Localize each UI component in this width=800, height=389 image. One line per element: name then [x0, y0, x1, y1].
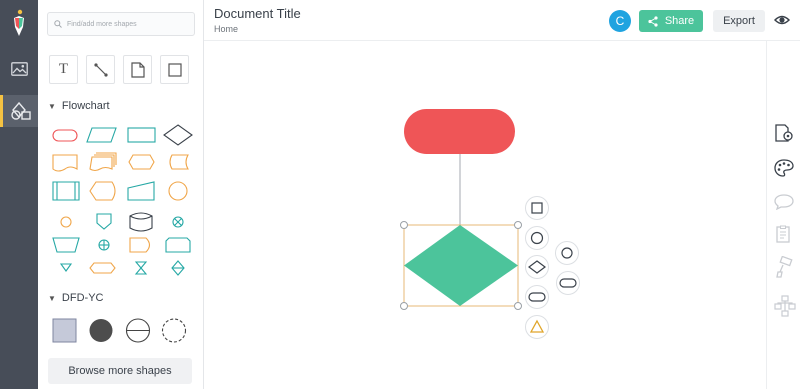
square-icon	[167, 62, 182, 77]
rectangle-tool-button[interactable]	[160, 55, 189, 84]
small-circle-shape[interactable]	[60, 216, 72, 228]
predefined-process-shape[interactable]	[52, 181, 80, 201]
note-tool-button[interactable]	[123, 55, 152, 84]
avatar[interactable]: C	[609, 10, 631, 32]
image-tool-button[interactable]	[0, 53, 38, 85]
document-shape[interactable]	[52, 154, 78, 172]
basic-tools: T	[49, 55, 189, 84]
quick-add-pill[interactable]	[556, 271, 580, 295]
search-placeholder: Find/add more shapes	[67, 20, 137, 28]
hexagon-shape[interactable]	[89, 262, 116, 274]
dfd-shapes-row	[52, 318, 187, 343]
dfd-entity-shape[interactable]	[52, 318, 77, 343]
chevron-down-icon: ▼	[48, 101, 56, 111]
share-icon	[648, 15, 658, 27]
display-shape[interactable]	[89, 181, 116, 201]
share-button[interactable]: Share	[639, 10, 703, 32]
connector-circle-shape[interactable]	[168, 181, 188, 201]
diagram-canvas[interactable]	[204, 41, 766, 389]
off-page-connector-shape[interactable]	[96, 213, 112, 230]
flowchart-section-header[interactable]: ▼ Flowchart	[48, 100, 110, 112]
quick-add-small-circle[interactable]	[555, 241, 579, 265]
diagram-structure-icon[interactable]	[774, 295, 796, 317]
text-tool-label: T	[58, 61, 69, 77]
quick-add-square[interactable]	[525, 196, 549, 220]
palette-icon[interactable]	[774, 159, 794, 177]
manual-input-shape[interactable]	[127, 181, 155, 201]
quick-add-menu	[525, 196, 580, 339]
search-input[interactable]: Find/add more shapes	[47, 12, 195, 36]
decision-shape[interactable]	[163, 124, 193, 146]
share-label: Share	[664, 15, 695, 27]
delay-shape[interactable]	[129, 237, 151, 253]
preparation-shape[interactable]	[128, 154, 155, 170]
page-settings-icon[interactable]	[774, 123, 794, 143]
dfd-process-shape[interactable]	[89, 319, 113, 342]
browse-more-shapes-label: Browse more shapes	[68, 365, 172, 377]
summing-junction-shape[interactable]	[172, 216, 184, 228]
quick-add-diamond[interactable]	[525, 255, 549, 279]
shapes-icon	[10, 102, 31, 120]
right-toolbar	[766, 41, 800, 389]
dfd-section-header[interactable]: ▼ DFD-YC	[48, 292, 103, 304]
collate-shape[interactable]	[134, 261, 148, 275]
eye-icon[interactable]	[774, 12, 790, 28]
image-icon	[10, 62, 28, 76]
shapes-tool-button[interactable]	[0, 95, 38, 127]
export-button[interactable]: Export	[713, 10, 765, 32]
chevron-down-icon: ▼	[48, 293, 56, 303]
connector-tool-button[interactable]	[86, 55, 115, 84]
flowchart-shapes-grid	[52, 124, 193, 276]
quick-add-rounded-rect[interactable]	[525, 285, 549, 309]
dfd-datastore-shape[interactable]	[125, 318, 151, 343]
connector-icon	[93, 62, 108, 77]
loop-limit-shape[interactable]	[165, 237, 191, 253]
terminator-node[interactable]	[404, 109, 515, 154]
avatar-initial: C	[615, 14, 625, 28]
logo-icon[interactable]	[9, 9, 29, 39]
dfd-section-label: DFD-YC	[61, 292, 104, 304]
flowchart-section-label: Flowchart	[61, 100, 110, 112]
comment-icon[interactable]	[774, 194, 794, 210]
search-icon	[54, 20, 62, 28]
quick-add-triangle[interactable]	[525, 315, 549, 339]
merge-shape[interactable]	[59, 263, 73, 272]
multi-document-shape[interactable]	[89, 152, 117, 172]
stored-data-shape[interactable]	[169, 154, 189, 170]
document-title[interactable]: Document Title	[214, 6, 301, 21]
sort-shape[interactable]	[171, 260, 185, 276]
decision-node[interactable]	[404, 225, 518, 306]
dfd-external-shape[interactable]	[161, 318, 187, 343]
format-painter-icon[interactable]	[774, 256, 794, 278]
or-junction-shape[interactable]	[98, 239, 110, 251]
process-shape[interactable]	[127, 127, 156, 143]
note-icon	[130, 61, 145, 78]
breadcrumb[interactable]: Home	[214, 24, 238, 34]
browse-more-shapes-button[interactable]: Browse more shapes	[48, 358, 192, 384]
manual-operation-shape[interactable]	[52, 237, 80, 253]
text-tool-button[interactable]: T	[49, 55, 78, 84]
top-bar: Document Title Home C Share Export	[204, 0, 800, 41]
data-shape[interactable]	[86, 127, 117, 143]
terminator-shape[interactable]	[52, 129, 78, 142]
left-rail	[0, 0, 38, 389]
notes-icon[interactable]	[774, 225, 792, 243]
export-label: Export	[723, 15, 755, 27]
quick-add-circle[interactable]	[525, 226, 549, 250]
database-shape[interactable]	[129, 212, 153, 232]
shapes-panel: Find/add more shapes T ▼ Flowchart ▼ DFD…	[38, 0, 204, 389]
